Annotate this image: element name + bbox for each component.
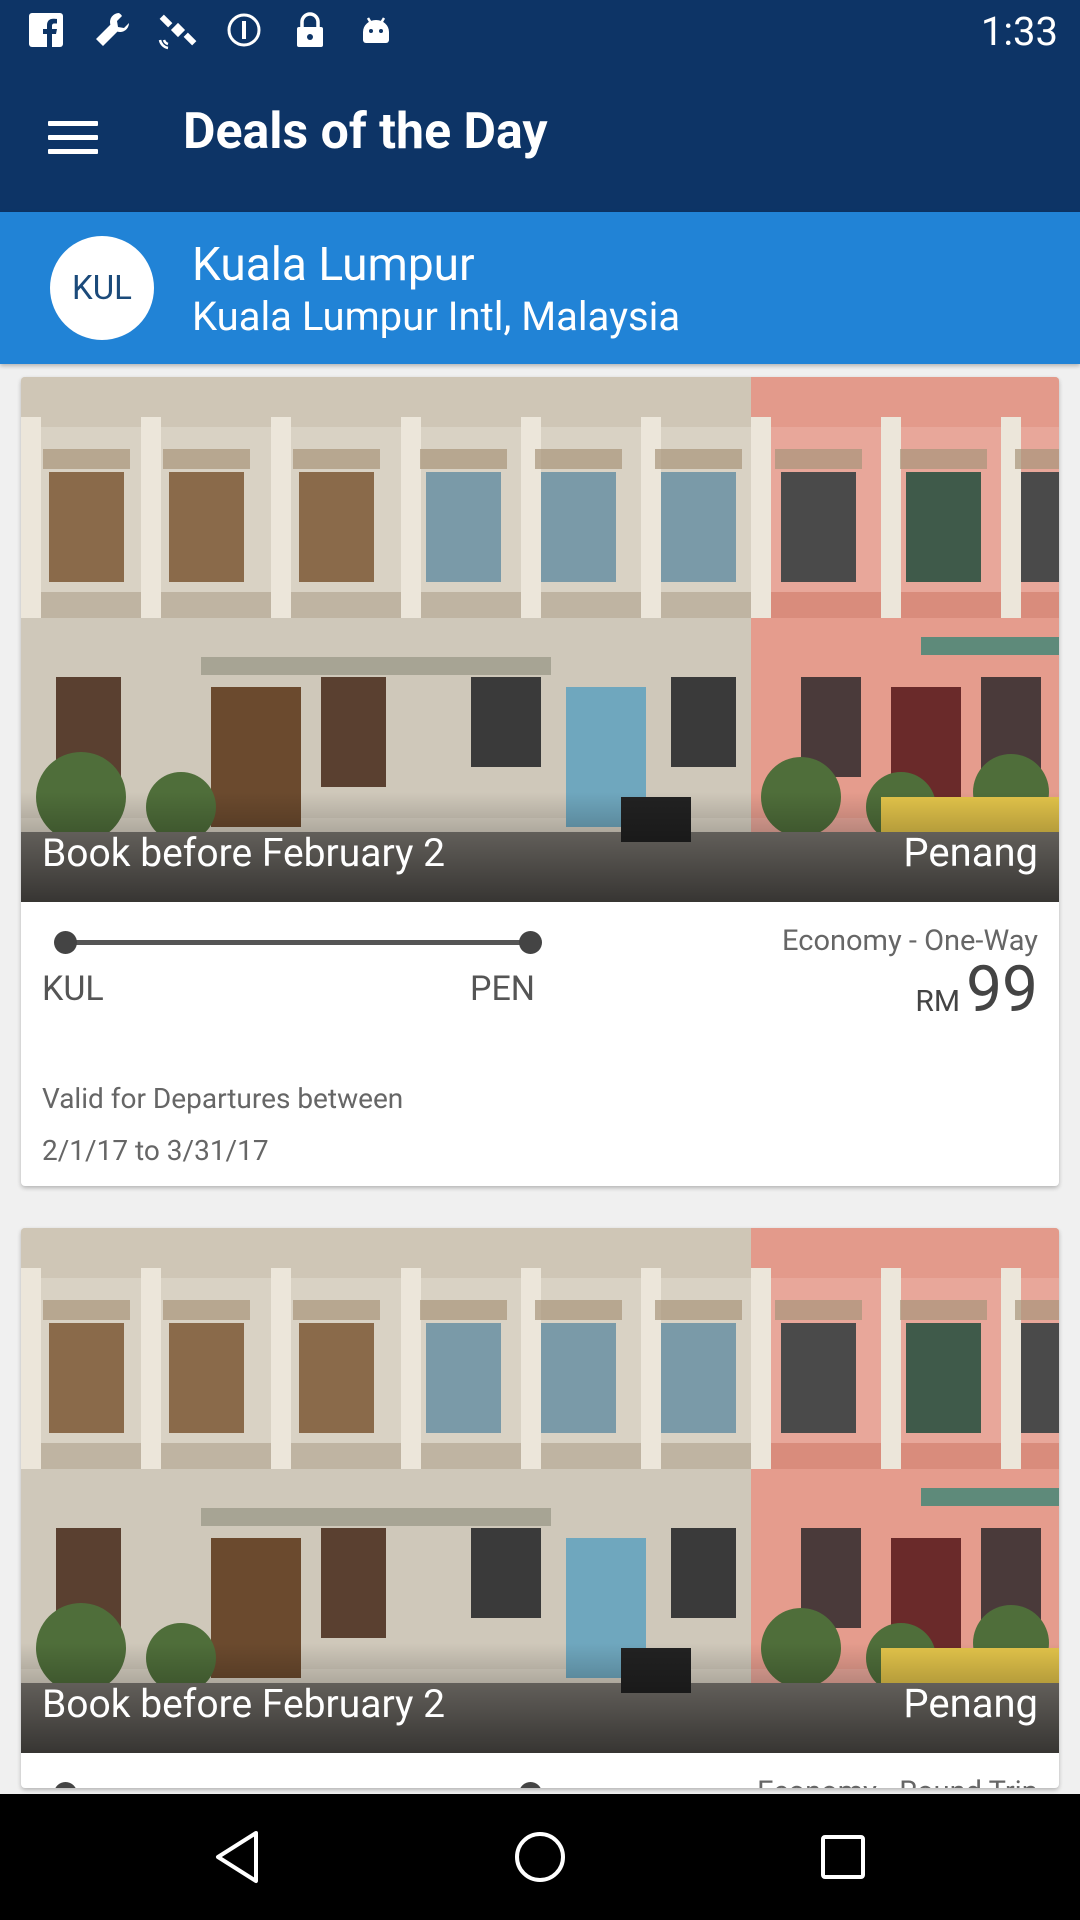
- origin-code-badge: KUL: [50, 236, 154, 340]
- origin-airport: Kuala Lumpur Intl, Malaysia: [192, 293, 681, 340]
- validity-label: Valid for Departures between: [42, 1082, 404, 1115]
- book-before-label: Book before February 2: [42, 1681, 446, 1727]
- hamburger-menu-icon[interactable]: [38, 107, 108, 167]
- price: RM 99: [915, 952, 1038, 1027]
- from-code: KUL: [42, 969, 104, 1009]
- lock-icon: [290, 10, 330, 50]
- book-before-label: Book before February 2: [42, 830, 446, 876]
- deal-card[interactable]: Book before February 2 Penang KUL PEN Ec…: [21, 377, 1059, 1186]
- validity-dates: 2/1/17 to 3/31/17: [42, 1134, 269, 1167]
- origin-city: Kuala Lumpur: [192, 238, 475, 292]
- route-line: [54, 927, 542, 957]
- price-currency: RM: [915, 984, 961, 1019]
- to-code: PEN: [470, 969, 536, 1009]
- page-title: Deals of the Day: [183, 103, 548, 161]
- wrench-icon: [92, 10, 132, 50]
- info-icon: [224, 10, 264, 50]
- back-icon[interactable]: [207, 1827, 267, 1887]
- clock: 1:33: [980, 8, 1058, 55]
- status-bar: 1:33: [0, 0, 1080, 63]
- origin-dot: [54, 1782, 77, 1788]
- fare-class: Economy - Round Trip: [757, 1775, 1038, 1788]
- recents-icon[interactable]: [813, 1827, 873, 1887]
- destination-name: Penang: [903, 829, 1038, 876]
- home-icon[interactable]: [510, 1827, 570, 1887]
- system-nav-bar: [0, 1794, 1080, 1920]
- origin-dot: [54, 931, 77, 954]
- app-bar: Deals of the Day: [0, 63, 1080, 212]
- deal-card[interactable]: Book before February 2 Penang Economy - …: [21, 1228, 1059, 1788]
- origin-selector[interactable]: KUL Kuala Lumpur Kuala Lumpur Intl, Mala…: [0, 212, 1080, 364]
- notification-icons: [26, 10, 396, 50]
- facebook-icon: [26, 10, 66, 50]
- android-icon: [356, 10, 396, 50]
- route-line: [54, 1778, 542, 1788]
- destination-dot: [519, 1782, 542, 1788]
- destination-photo: Book before February 2 Penang: [21, 377, 1059, 902]
- satellite-icon: [158, 10, 198, 50]
- price-amount: 99: [966, 952, 1038, 1027]
- destination-photo: Book before February 2 Penang: [21, 1228, 1059, 1753]
- destination-name: Penang: [903, 1680, 1038, 1727]
- destination-dot: [519, 931, 542, 954]
